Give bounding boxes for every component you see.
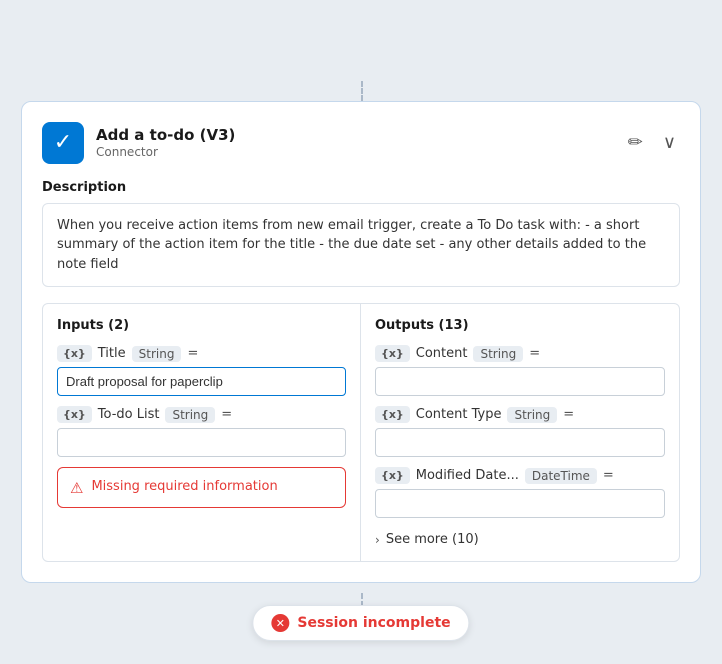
checkmark-icon: ✓ [54,130,72,155]
modified-date-value [375,489,665,518]
inputs-column: Inputs (2) {x} Title String = {x} To- [43,304,361,561]
header-actions: ✏ ∨ [624,130,680,155]
field-type-todolist: String [165,407,215,423]
see-more-button[interactable]: › See more (10) [375,528,665,547]
outputs-column: Outputs (13) {x} Content String = {x} [361,304,679,561]
field-eq-modified-date: = [603,468,614,483]
tag-x-content: {x} [375,345,410,362]
field-eq-content-type: = [563,407,574,422]
session-badge: ✕ Session incomplete [252,605,469,641]
output-field-modified-date: {x} Modified Date... DateTime = [375,467,665,518]
card-header: ✓ Add a to-do (V3) Connector ✏ ∨ [42,122,680,164]
input-field-title: {x} Title String = [57,345,346,396]
expand-button[interactable]: ∨ [659,130,680,155]
tag-x-modified-date: {x} [375,467,410,484]
field-name-todolist: To-do List [98,407,160,422]
field-header-title: {x} Title String = [57,345,346,362]
tag-x-todolist: {x} [57,406,92,423]
content-value [375,367,665,396]
header-subtitle: Connector [96,145,235,159]
tag-x-content-type: {x} [375,406,410,423]
field-type-content-type: String [507,407,557,423]
edit-button[interactable]: ✏ [624,130,647,155]
field-name-content-type: Content Type [416,407,502,422]
io-grid: Inputs (2) {x} Title String = {x} To- [42,303,680,562]
field-type-title: String [132,346,182,362]
tag-x-title: {x} [57,345,92,362]
header-text: Add a to-do (V3) Connector [96,126,235,159]
main-card: ✓ Add a to-do (V3) Connector ✏ ∨ Descrip… [21,101,701,584]
see-more-label: See more (10) [386,532,479,547]
content-type-value [375,428,665,457]
header-left: ✓ Add a to-do (V3) Connector [42,122,235,164]
outputs-title: Outputs (13) [375,318,665,333]
warning-icon: ⚠ [70,479,83,497]
description-label: Description [42,180,680,195]
field-name-content: Content [416,346,468,361]
field-header-todolist: {x} To-do List String = [57,406,346,423]
field-type-modified-date: DateTime [525,468,597,484]
field-header-content-type: {x} Content Type String = [375,406,665,423]
chevron-right-icon: › [375,533,380,547]
inputs-title: Inputs (2) [57,318,346,333]
field-header-content: {x} Content String = [375,345,665,362]
output-field-content-type: {x} Content Type String = [375,406,665,457]
field-eq-todolist: = [221,407,232,422]
field-header-modified-date: {x} Modified Date... DateTime = [375,467,665,484]
todolist-input[interactable] [57,428,346,457]
app-icon: ✓ [42,122,84,164]
field-eq-content: = [529,346,540,361]
field-eq-title: = [187,346,198,361]
error-text: Missing required information [91,478,277,496]
input-field-todolist: {x} To-do List String = [57,406,346,457]
error-box: ⚠ Missing required information [57,467,346,508]
field-type-content: String [473,346,523,362]
session-error-icon: ✕ [271,614,289,632]
field-name-modified-date: Modified Date... [416,468,519,483]
output-field-content: {x} Content String = [375,345,665,396]
field-name-title: Title [98,346,126,361]
session-text: Session incomplete [297,615,450,631]
description-text: When you receive action items from new e… [42,203,680,288]
header-title: Add a to-do (V3) [96,126,235,144]
title-input[interactable] [57,367,346,396]
